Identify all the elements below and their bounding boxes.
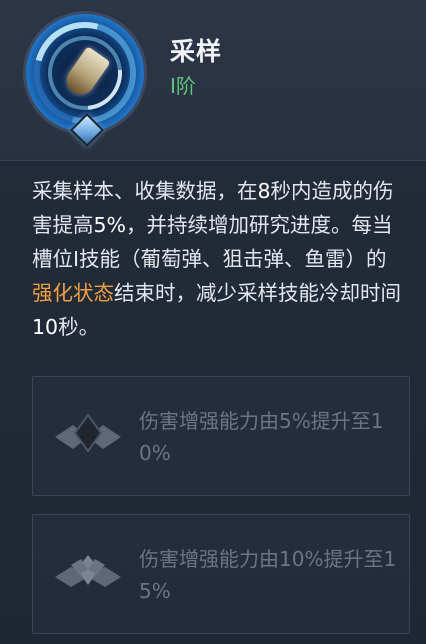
upgrade-card-1[interactable]: 伤害增强能力由5%提升至10%: [32, 376, 410, 496]
upgrade-text: 伤害增强能力由10%提升至15%: [139, 547, 397, 603]
desc-text: 采集样本、收集数据，在: [32, 179, 258, 203]
skill-header: 采样 I阶: [0, 0, 426, 161]
skill-tier: I阶: [170, 74, 196, 98]
skill-description: 采集样本、收集数据，在8秒内造成的伤害提高5%，并持续增加研究进度。每当槽位I技…: [32, 174, 402, 344]
rank-badge-icon: [55, 413, 121, 453]
desc-number: 5%: [93, 213, 127, 237]
desc-text: 结束时，减少采样技能冷却时间: [114, 281, 401, 305]
skill-name: 采样: [170, 37, 223, 66]
desc-highlight: 强化状态: [32, 281, 114, 305]
upgrade-text: 伤害增强能力由5%提升至10%: [139, 409, 384, 465]
desc-number: 10: [32, 315, 59, 339]
sample-skill-icon: [26, 14, 144, 147]
desc-text: 秒。: [58, 315, 100, 339]
upgrade-card-2[interactable]: 伤害增强能力由10%提升至15%: [32, 514, 410, 634]
rank-badge-icon: [55, 555, 121, 587]
skill-detail-panel: 采样 I阶 采集样本、收集数据，在8秒内造成的伤害提高5%，并持续增加研究进度。…: [0, 0, 426, 644]
desc-number: 8: [257, 179, 271, 203]
